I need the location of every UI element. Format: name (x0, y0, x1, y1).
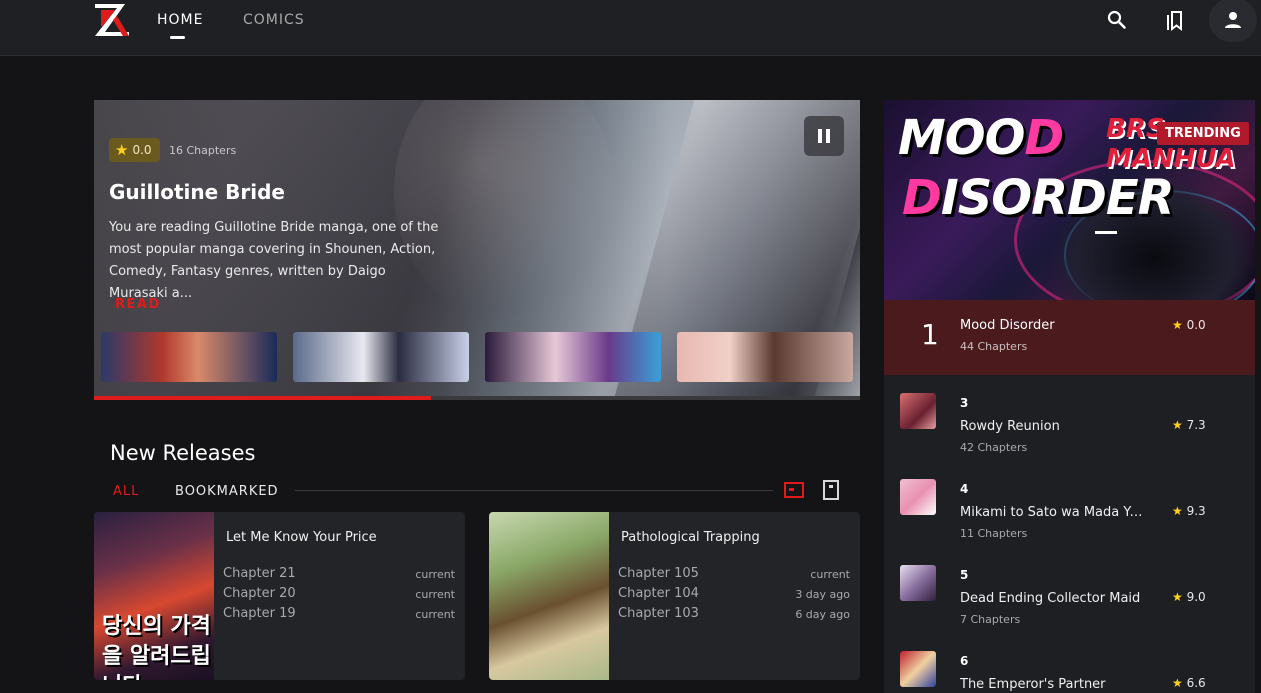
rank-rating: ★ 9.3 (1172, 504, 1206, 518)
release-cover[interactable]: 당신의 가격을 알려드립니다 (94, 512, 214, 680)
hero-carousel[interactable]: ★ 0.0 16 Chapters Guillotine Bride You a… (94, 100, 860, 400)
hero-thumbnail[interactable] (293, 332, 469, 382)
nav-home[interactable]: HOME (157, 12, 203, 28)
rank-number: 4 (960, 482, 969, 496)
chapter-name: Chapter 104 (618, 586, 699, 601)
star-icon: ★ (115, 141, 129, 159)
site-logo[interactable] (93, 2, 131, 38)
filter-bookmarked[interactable]: BOOKMARKED (175, 484, 279, 499)
rank-chapters: 42 Chapters (960, 441, 1028, 454)
chapter-time: current (810, 568, 850, 581)
trending-banner[interactable]: MOOD DISORDER BRS MANHUA TRENDING (884, 100, 1255, 300)
chapter-time: current (415, 608, 455, 621)
release-title[interactable]: Let Me Know Your Price (226, 530, 377, 545)
list-item[interactable]: 5 Dead Ending Collector Maid 7 Chapters … (884, 547, 1255, 633)
list-view-icon[interactable] (821, 480, 841, 500)
hero-description: You are reading Guillotine Bride manga, … (109, 220, 439, 301)
new-releases-title: New Releases (110, 441, 256, 465)
read-button[interactable]: READ (115, 297, 161, 312)
star-icon: ★ (1172, 676, 1183, 690)
rank-number: 3 (960, 396, 969, 410)
rank-thumbnail[interactable] (900, 393, 936, 429)
chapter-name: Chapter 105 (618, 566, 699, 581)
rank-rating: ★ 6.6 (1172, 676, 1206, 690)
rank-thumbnail[interactable] (900, 479, 936, 515)
star-icon: ★ (1172, 504, 1183, 518)
user-menu-button[interactable] (1209, 0, 1257, 42)
cover-title-text: 당신의 가격을 알려드립니다 (102, 614, 211, 680)
rank-thumbnail[interactable] (900, 565, 936, 601)
list-item[interactable]: 4 Mikami to Sato wa Mada Yama... 11 Chap… (884, 461, 1255, 547)
rank-chapters: 44 Chapters (960, 340, 1028, 353)
search-icon[interactable] (1105, 8, 1129, 32)
chapter-name: Chapter 21 (223, 566, 296, 581)
rank-rating: ★ 0.0 (1172, 318, 1206, 332)
list-item[interactable]: 6 The Emperor's Partner ★ 6.6 (884, 633, 1255, 693)
chapter-name: Chapter 103 (618, 606, 699, 621)
hero-title[interactable]: Guillotine Bride (109, 180, 285, 204)
rank-number: 6 (960, 654, 969, 668)
user-icon (1225, 12, 1241, 28)
star-icon: ★ (1172, 590, 1183, 604)
hero-thumbnail[interactable] (677, 332, 853, 382)
rank-title[interactable]: Dead Ending Collector Maid (960, 591, 1150, 606)
rank-number: 5 (960, 568, 969, 582)
chapter-name: Chapter 19 (223, 606, 296, 621)
release-card[interactable]: 당신의 가격을 알려드립니다 Let Me Know Your Price Ch… (94, 512, 465, 680)
filter-all[interactable]: ALL (113, 484, 139, 499)
nav-comics[interactable]: COMICS (243, 12, 305, 28)
chapter-name: Chapter 20 (223, 586, 296, 601)
rank-thumbnail[interactable] (900, 651, 936, 687)
rank-title[interactable]: Mikami to Sato wa Mada Yama... (960, 505, 1150, 520)
rank-number: 1 (921, 318, 939, 351)
chapter-time: current (415, 588, 455, 601)
star-icon: ★ (1172, 318, 1183, 332)
rank-title[interactable]: Rowdy Reunion (960, 419, 1150, 434)
chapter-time: 3 day ago (795, 588, 850, 601)
release-card[interactable]: Pathological Trapping Chapter 105 curren… (489, 512, 860, 680)
pause-button[interactable] (804, 116, 844, 156)
rank-chapters: 11 Chapters (960, 527, 1028, 540)
hero-thumbnails (101, 332, 853, 382)
chapter-row[interactable]: Chapter 21 current (223, 566, 455, 586)
chapter-time: current (415, 568, 455, 581)
trending-list: 3 Rowdy Reunion 42 Chapters ★ 7.3 4 Mika… (884, 375, 1255, 693)
hero-chapter-count: 16 Chapters (169, 144, 237, 157)
trending-top-item[interactable]: 1 Mood Disorder 44 Chapters ★ 0.0 (884, 300, 1255, 375)
hero-progress-fill (94, 396, 432, 400)
trending-badge: TRENDING (1157, 122, 1249, 145)
hero-thumbnail[interactable] (101, 332, 277, 382)
chapter-time: 6 day ago (795, 608, 850, 621)
rank-rating: ★ 7.3 (1172, 418, 1206, 432)
rank-chapters: 7 Chapters (960, 613, 1021, 626)
hero-progress-bar (94, 396, 860, 400)
card-view-icon[interactable] (784, 480, 804, 500)
chapter-row[interactable]: Chapter 20 current (223, 586, 455, 606)
hero-rating-badge: ★ 0.0 (109, 138, 160, 162)
star-icon: ★ (1172, 418, 1183, 432)
list-item[interactable]: 3 Rowdy Reunion 42 Chapters ★ 7.3 (884, 375, 1255, 461)
bookmarks-icon[interactable] (1163, 8, 1187, 32)
release-title[interactable]: Pathological Trapping (621, 530, 760, 545)
divider (295, 490, 773, 491)
hero-rating: 0.0 (132, 143, 152, 157)
chapter-row[interactable]: Chapter 19 current (223, 606, 455, 626)
chapter-row[interactable]: Chapter 103 6 day ago (618, 606, 850, 626)
banner-title-line-2: DISORDER (902, 170, 1175, 226)
rank-title[interactable]: Mood Disorder (960, 318, 1055, 333)
rank-title[interactable]: The Emperor's Partner (960, 677, 1150, 692)
pause-icon (818, 129, 822, 143)
rank-rating: ★ 9.0 (1172, 590, 1206, 604)
banner-title-line-1: MOOD (898, 110, 1064, 166)
top-nav: HOME COMICS (0, 0, 1261, 56)
chapter-row[interactable]: Chapter 105 current (618, 566, 850, 586)
chapter-row[interactable]: Chapter 104 3 day ago (618, 586, 850, 606)
nav-active-indicator (170, 36, 185, 39)
banner-indicator (1095, 231, 1117, 234)
hero-thumbnail[interactable] (485, 332, 661, 382)
release-cover[interactable] (489, 512, 609, 680)
